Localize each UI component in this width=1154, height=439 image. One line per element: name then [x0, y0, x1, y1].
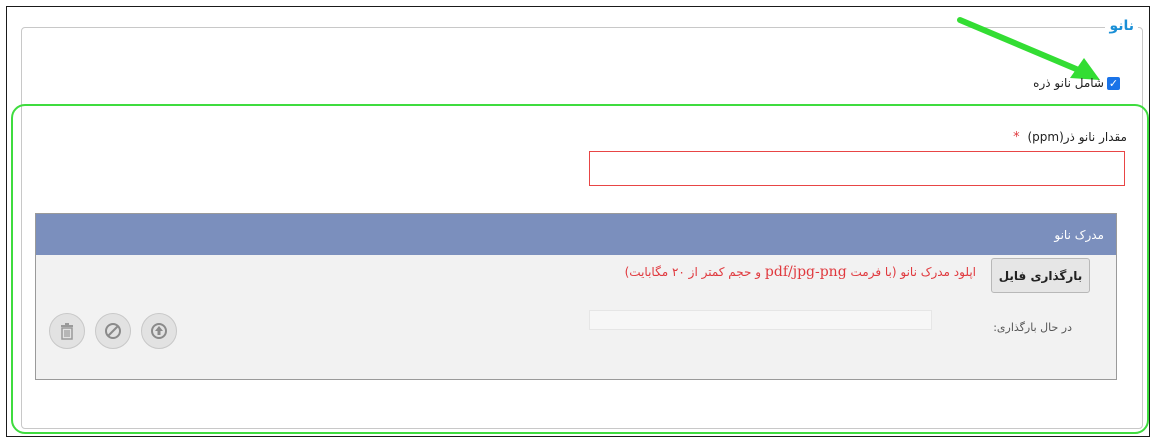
ban-icon: [105, 323, 121, 339]
upload-hint-prefix: اپلود مدرک نانو (با فرمت: [850, 265, 977, 279]
amount-label-row: مقدار نانو ذر(ppm) *: [1013, 130, 1127, 145]
trash-icon: [61, 323, 73, 340]
upload-file-button[interactable]: بارگذاری فایل: [991, 258, 1090, 293]
upload-hint-format: pdf/jpg-png: [764, 264, 847, 280]
nano-checkbox-label: شامل نانو ذره: [1033, 76, 1104, 90]
amount-label: مقدار نانو ذر(ppm): [1027, 130, 1127, 144]
upload-action-button[interactable]: [141, 313, 177, 349]
document-panel: مدرک نانو بارگذاری فایل اپلود مدرک نانو …: [35, 213, 1117, 380]
upload-progress-bar: [589, 310, 932, 330]
amount-input[interactable]: [589, 151, 1125, 186]
upload-hint-suffix: و حجم کمتر از ۲۰ مگابایت): [624, 265, 762, 279]
nano-checkbox-row[interactable]: ✓ شامل نانو ذره: [1033, 76, 1120, 90]
circle-up-arrow-icon: [151, 323, 167, 339]
delete-button[interactable]: [49, 313, 85, 349]
panel-header: مدرک نانو: [36, 214, 1116, 255]
cancel-button[interactable]: [95, 313, 131, 349]
upload-status-label: در حال بارگذاری:: [993, 321, 1072, 334]
panel-title: مدرک نانو: [1054, 227, 1104, 242]
required-marker: *: [1013, 130, 1020, 145]
fieldset-legend: نانو: [1105, 18, 1138, 34]
upload-hint: اپلود مدرک نانو (با فرمت pdf/jpg-png و ح…: [625, 264, 976, 280]
nano-checkbox[interactable]: ✓: [1107, 76, 1120, 90]
